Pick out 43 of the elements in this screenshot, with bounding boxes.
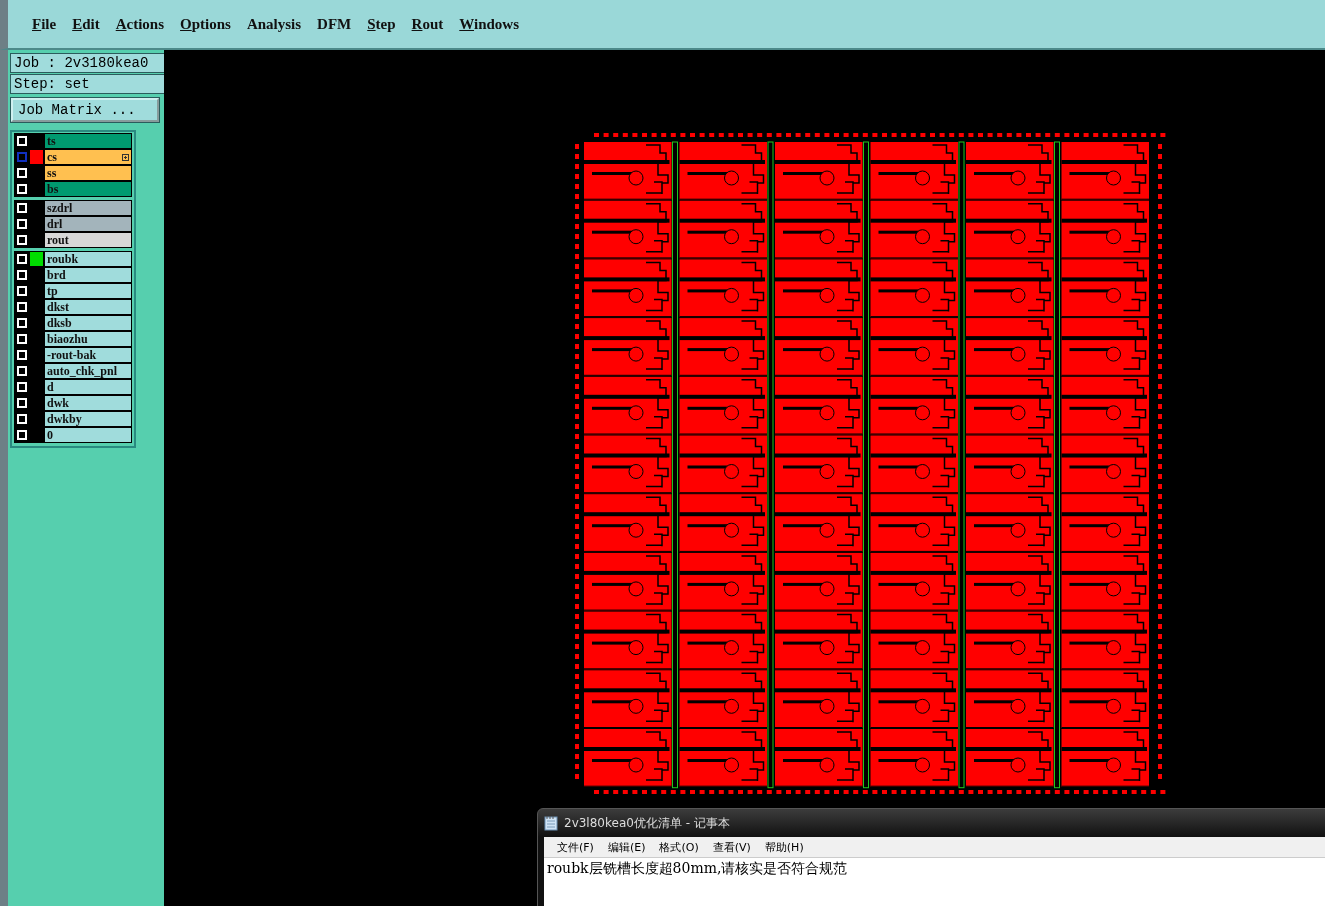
layer-name[interactable]: ss <box>45 166 131 180</box>
layer-color-swatch[interactable] <box>30 150 43 164</box>
menu-item[interactable]: 编辑(E) <box>600 837 653 857</box>
layer-name[interactable]: bs <box>45 182 131 196</box>
layer-name[interactable]: drl <box>45 217 131 231</box>
menu-item[interactable]: 查看(V) <box>705 837 758 857</box>
layer-name[interactable]: rout <box>45 233 131 247</box>
layer-checkbox[interactable] <box>17 152 27 162</box>
layer-name[interactable]: biaozhu <box>45 332 131 346</box>
menu-item[interactable]: DFM <box>309 9 360 39</box>
notepad-icon <box>544 815 558 831</box>
layer-name[interactable]: ts <box>45 134 131 148</box>
layer-name[interactable]: d <box>45 380 131 394</box>
plus-box-icon <box>122 153 129 161</box>
layer-name[interactable]: dksb <box>45 316 131 330</box>
layer-name[interactable]: -rout-bak <box>45 348 131 362</box>
menu-item[interactable]: Step <box>359 9 404 39</box>
menu-item[interactable]: Edit <box>64 9 108 39</box>
menu-item[interactable]: Windows <box>451 9 528 39</box>
layer-name[interactable]: dkst <box>45 300 131 314</box>
layer-name[interactable]: 0 <box>45 428 131 442</box>
menu-item[interactable]: 格式(O) <box>652 837 706 857</box>
menu-item[interactable]: Options <box>172 9 239 39</box>
menu-item[interactable]: Rout <box>403 9 452 39</box>
menu-item[interactable]: 帮助(H) <box>757 837 811 857</box>
layer-name[interactable]: szdrl <box>45 201 131 215</box>
text-area[interactable]: roubk层铣槽长度超80mm,请核实是否符合规范 <box>544 857 1325 906</box>
layer-name[interactable]: brd <box>45 268 131 282</box>
layer-name[interactable]: cs <box>45 150 131 164</box>
layer-name[interactable]: tp <box>45 284 131 298</box>
layer-name[interactable]: auto_chk_pnl <box>45 364 131 378</box>
job-matrix-button[interactable]: Job Matrix ... <box>11 98 159 122</box>
layer-color-swatch[interactable] <box>30 252 43 266</box>
layer-name[interactable]: roubk <box>45 252 131 266</box>
menu-item[interactable]: File <box>24 9 65 39</box>
job-name-label: Job : 2v3180kea0 <box>10 53 166 73</box>
layer-name[interactable]: dwkby <box>45 412 131 426</box>
window-title: 2v3l80kea0优化清单 - 记事本 <box>564 814 730 832</box>
menu-item[interactable]: Actions <box>107 9 173 39</box>
step-name-label: Step: set <box>10 74 166 94</box>
layer-name[interactable]: dwk <box>45 396 131 410</box>
menu-item[interactable]: Analysis <box>238 9 310 39</box>
menu-item[interactable]: 文件(F) <box>550 837 601 857</box>
